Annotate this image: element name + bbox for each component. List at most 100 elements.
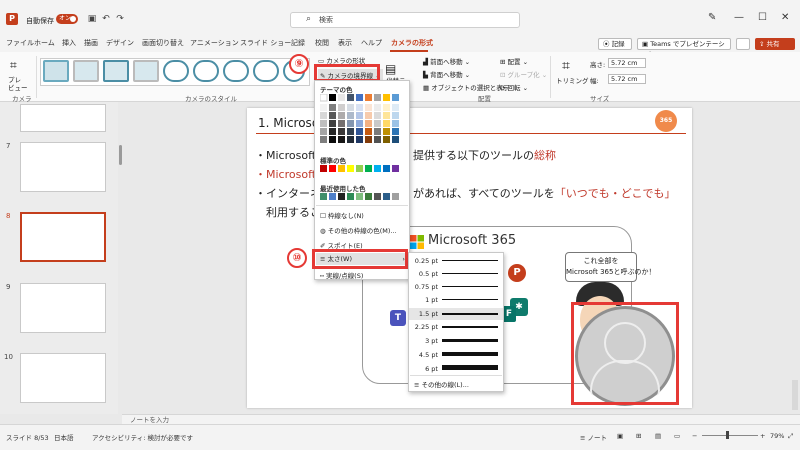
undo-icon[interactable]: ↶ [100, 13, 112, 25]
send-backward-button[interactable]: ▙ 背面へ移動 ⌄ [423, 69, 470, 79]
search-icon: ⌕ [306, 14, 312, 24]
alt-text-icon[interactable]: ▤ [385, 62, 396, 76]
search-input[interactable]: 検索 [290, 12, 520, 28]
tab-design[interactable]: デザイン [106, 38, 134, 48]
maximize-icon[interactable]: ☐ [758, 12, 767, 23]
normal-view-icon[interactable]: ▣ [617, 432, 623, 440]
more-colors-item[interactable]: ◍ その他の枠線の色(M)... [320, 225, 397, 235]
camera-style-5[interactable] [163, 60, 189, 82]
zoom-slider-thumb[interactable] [726, 431, 729, 439]
rotate-button[interactable]: ⟳ 回転 ⌄ [500, 82, 528, 92]
camera-style-3[interactable] [103, 60, 129, 82]
bring-forward-label: 前面へ移動 [430, 58, 463, 66]
no-outline-label: 枠線なし(N) [327, 212, 364, 220]
selection-pane-button[interactable]: ▦ オブジェクトの選択と表示 [423, 82, 509, 92]
dashes-item[interactable]: ┅ 実線/点線(S) [320, 270, 363, 280]
camera-style-6[interactable] [193, 60, 219, 82]
group-button[interactable]: ⊡ グループ化 ⌄ [500, 69, 547, 79]
teams-present-button[interactable]: ▣ Teams でプレゼンテーション [637, 38, 731, 58]
powerpoint-logo: P [6, 13, 18, 25]
bullet-3-middle: があれば、すべてのツールを [413, 187, 555, 200]
weight-option-line[interactable] [442, 299, 498, 300]
tab-file[interactable]: ファイル [6, 38, 34, 48]
group-divider [550, 56, 551, 98]
height-field[interactable]: 5.72 cm [608, 58, 646, 68]
tab-review[interactable]: 校閲 [315, 38, 329, 48]
pen-icon[interactable]: ✎ [708, 12, 716, 23]
notes-button[interactable]: ≡ ノート [580, 432, 607, 442]
no-outline-item[interactable]: ☐ 枠線なし(N) [320, 210, 364, 220]
weight-option-line[interactable] [442, 286, 498, 287]
align-button[interactable]: ⊞ 配置 ⌄ [500, 56, 528, 66]
tab-home[interactable]: ホーム [34, 38, 55, 48]
slideshow-icon[interactable]: ▭ [674, 432, 680, 440]
tab-insert[interactable]: 挿入 [62, 38, 76, 48]
weight-option-line[interactable] [442, 352, 498, 356]
share-button[interactable]: ⇪ 共有 [755, 38, 795, 50]
tab-draw[interactable]: 描画 [84, 38, 98, 48]
save-icon[interactable]: ▣ [86, 13, 98, 25]
notes-input[interactable]: ノートを入力 [122, 414, 800, 424]
weight-option-line[interactable] [442, 273, 498, 274]
record-button[interactable]: ⦿ 記録 [598, 38, 632, 50]
autosave-label: 自動保存 [26, 17, 54, 25]
camera-style-2[interactable] [73, 60, 99, 82]
slide-thumbnail-6[interactable] [20, 104, 106, 132]
camera-style-1[interactable] [43, 60, 69, 82]
zoom-slider[interactable] [702, 435, 758, 436]
standard-color-row[interactable] [320, 165, 406, 173]
comment-button[interactable] [736, 38, 750, 50]
autosave-toggle[interactable]: オン [56, 14, 78, 24]
accessibility-status[interactable]: アクセシビリティ: 検討が必要です [92, 432, 193, 442]
tab-camera-format[interactable]: カメラの形式 [391, 38, 433, 48]
menu-divider [410, 375, 502, 376]
reading-view-icon[interactable]: ▤ [655, 432, 661, 440]
more-lines-item[interactable]: ≡ その他の線(L)... [414, 379, 469, 389]
close-icon[interactable]: ✕ [781, 12, 789, 23]
slide-thumbnail-10[interactable] [20, 353, 106, 403]
camera-style-4[interactable] [133, 60, 159, 82]
weight-option-line[interactable] [442, 365, 498, 370]
bullet-4: 利用するこ [266, 206, 321, 219]
weight-option-line[interactable] [442, 339, 498, 342]
tab-transitions[interactable]: 画面切り替え [142, 38, 184, 48]
slide-thumbnail-7[interactable] [20, 142, 106, 192]
weight-option-line[interactable] [442, 313, 498, 315]
camera-style-8[interactable] [253, 60, 279, 82]
redo-icon[interactable]: ↷ [114, 13, 126, 25]
recent-color-row[interactable] [320, 193, 406, 201]
weight-option-line[interactable] [442, 326, 498, 328]
fit-slide-icon[interactable]: ⤢ [788, 432, 793, 441]
slide-number: 7 [6, 142, 11, 150]
weight-option-line[interactable] [442, 260, 498, 261]
tab-slideshow[interactable]: スライド ショー [240, 38, 291, 48]
weight-option-label: 0.5 pt [418, 270, 438, 278]
preview-button[interactable]: プレ ビュー [8, 76, 34, 92]
zoom-out-icon[interactable]: − [692, 432, 697, 440]
tab-animations[interactable]: アニメーション [190, 38, 239, 48]
zoom-in-icon[interactable]: + [760, 432, 765, 440]
preview-icon[interactable]: ⌗ [10, 58, 30, 74]
slide-sorter-icon[interactable]: ⊞ [636, 432, 641, 440]
align-label: 配置 [507, 58, 521, 66]
zoom-level[interactable]: 79% [770, 432, 784, 440]
tab-view[interactable]: 表示 [338, 38, 352, 48]
minimize-icon[interactable]: — [734, 12, 744, 23]
highlight-weight [312, 249, 408, 269]
camera-style-7[interactable] [223, 60, 249, 82]
theme-color-grid[interactable] [320, 94, 406, 144]
crop-icon[interactable]: ⌗ [562, 58, 570, 74]
slide-thumbnail-9[interactable] [20, 283, 106, 333]
tab-record[interactable]: 記録 [291, 38, 305, 48]
canvas-scrollbar[interactable] [792, 380, 798, 410]
crop-button[interactable]: トリミング [556, 75, 589, 85]
language-indicator[interactable]: 日本語 [54, 432, 74, 442]
tab-help[interactable]: ヘルプ [361, 38, 382, 48]
width-field[interactable]: 5.72 cm [608, 74, 646, 84]
bring-forward-button[interactable]: ▟ 前面へ移動 ⌄ [423, 56, 470, 66]
notes-button-label: ノート [587, 434, 608, 442]
recent-colors-heading: 最近使用した色 [320, 185, 366, 193]
slide-thumbnail-8[interactable] [20, 212, 106, 262]
rotate-label: 回転 [507, 84, 521, 92]
weight-option-label: 0.25 pt [414, 257, 438, 265]
